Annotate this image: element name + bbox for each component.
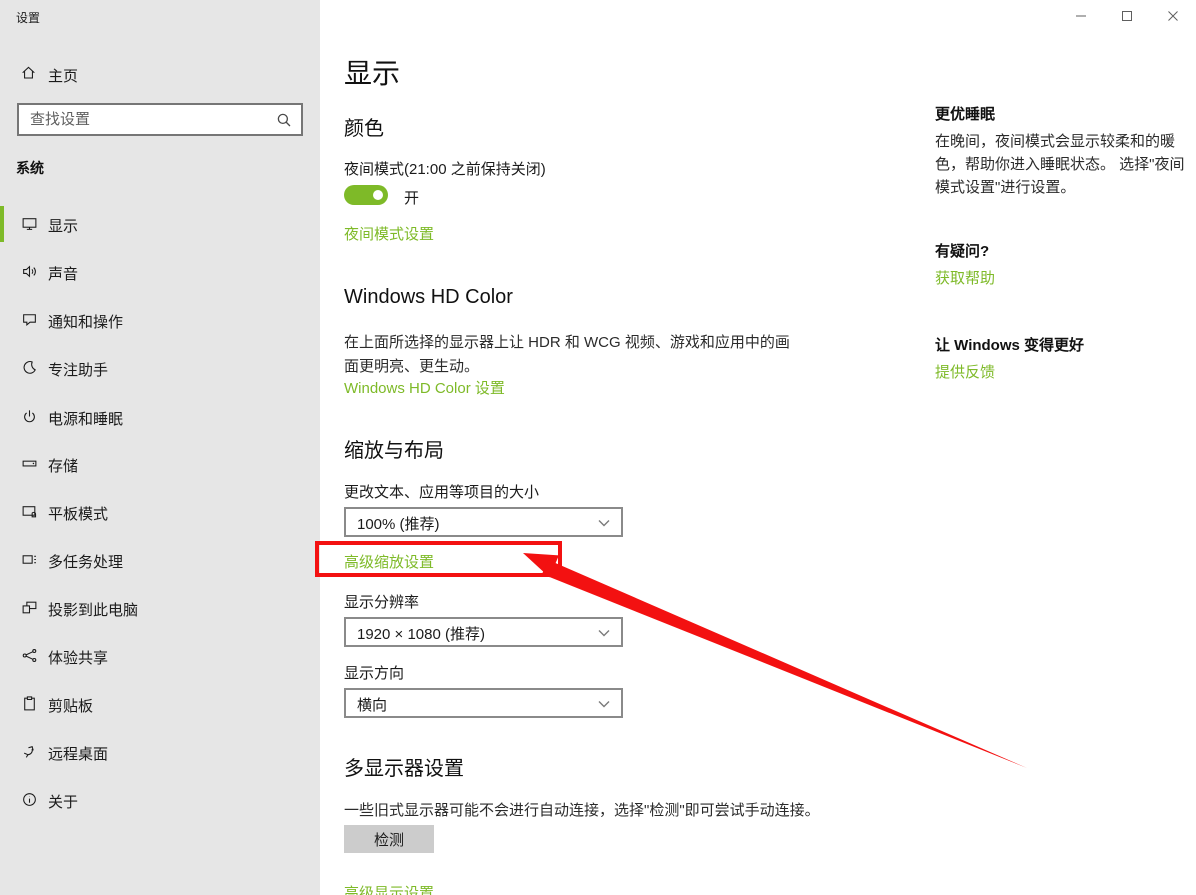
sidebar: 设置 主页 系统 显示 声音 (0, 0, 320, 895)
sidebar-item-home[interactable]: 主页 (0, 56, 320, 92)
resolution-label: 显示分辨率 (344, 591, 419, 612)
sidebar-item-label: 声音 (48, 263, 78, 284)
orientation-label: 显示方向 (344, 662, 404, 683)
sidebar-item-sound[interactable]: 声音 (0, 252, 320, 292)
detect-button[interactable]: 检测 (344, 825, 434, 853)
toggle-state-label: 开 (404, 187, 419, 208)
sidebar-item-shared-experiences[interactable]: 体验共享 (0, 636, 320, 676)
sidebar-item-focus-assist[interactable]: 专注助手 (0, 348, 320, 388)
sidebar-item-clipboard[interactable]: 剪贴板 (0, 684, 320, 724)
scale-layout-title: 缩放与布局 (344, 434, 444, 463)
info-icon (21, 791, 38, 808)
multi-display-description: 一些旧式显示器可能不会进行自动连接，选择"检测"即可尝试手动连接。 (344, 799, 820, 823)
window-title: 设置 (16, 9, 40, 26)
sidebar-item-notifications[interactable]: 通知和操作 (0, 300, 320, 340)
advanced-scaling-link[interactable]: 高级缩放设置 (344, 551, 434, 572)
sidebar-item-label: 专注助手 (48, 359, 108, 380)
home-icon (20, 64, 37, 81)
search-icon[interactable] (275, 111, 293, 129)
chevron-down-icon (598, 629, 610, 637)
sidebar-item-label: 远程桌面 (48, 743, 108, 764)
sidebar-item-tablet-mode[interactable]: 平板模式 (0, 492, 320, 532)
sidebar-item-display[interactable]: 显示 (0, 204, 320, 244)
sidebar-item-label: 主页 (48, 65, 78, 86)
close-button[interactable] (1150, 0, 1196, 32)
sidebar-item-power-sleep[interactable]: 电源和睡眠 (0, 397, 320, 437)
night-light-toggle[interactable] (344, 185, 388, 205)
sidebar-item-label: 显示 (48, 215, 78, 236)
page-title: 显示 (344, 52, 400, 92)
sleep-tip-description: 在晚间，夜间模式会显示较柔和的暖色，帮助你进入睡眠状态。 选择"夜间模式设置"进… (935, 130, 1187, 199)
sidebar-item-projecting[interactable]: 投影到此电脑 (0, 588, 320, 628)
sidebar-item-storage[interactable]: 存储 (0, 444, 320, 484)
chevron-down-icon (598, 519, 610, 527)
comment-icon (21, 311, 38, 328)
sidebar-item-label: 投影到此电脑 (48, 599, 138, 620)
scale-value: 100% (推荐) (357, 513, 440, 534)
multitask-icon (21, 551, 38, 568)
maximize-button[interactable] (1104, 0, 1150, 32)
sidebar-item-label: 平板模式 (48, 503, 108, 524)
sidebar-item-label: 通知和操作 (48, 311, 123, 332)
minimize-button[interactable] (1058, 0, 1104, 32)
moon-icon (21, 359, 38, 376)
hd-color-description: 在上面所选择的显示器上让 HDR 和 WCG 视频、游戏和应用中的画面更明亮、更… (344, 331, 792, 379)
scale-label: 更改文本、应用等项目的大小 (344, 481, 539, 502)
project-icon (21, 599, 38, 616)
clipboard-icon (21, 695, 38, 712)
sidebar-item-label: 存储 (48, 455, 78, 476)
search-input[interactable] (19, 105, 301, 134)
night-light-label: 夜间模式(21:00 之前保持关闭) (344, 158, 546, 179)
sleep-tip-title: 更优睡眠 (935, 103, 995, 124)
question-title: 有疑问? (935, 240, 989, 261)
orientation-value: 横向 (357, 694, 387, 715)
search-box (17, 103, 303, 136)
sidebar-item-label: 多任务处理 (48, 551, 123, 572)
sidebar-item-about[interactable]: 关于 (0, 780, 320, 820)
resolution-value: 1920 × 1080 (推荐) (357, 623, 485, 644)
chevron-down-icon (598, 700, 610, 708)
window-controls (1058, 0, 1196, 32)
sidebar-item-label: 剪贴板 (48, 695, 93, 716)
hd-color-title: Windows HD Color (344, 286, 513, 309)
drive-icon (21, 455, 38, 472)
share-icon (21, 647, 38, 664)
sidebar-item-label: 体验共享 (48, 647, 108, 668)
scale-dropdown[interactable]: 100% (推荐) (344, 507, 623, 537)
get-help-link[interactable]: 获取帮助 (935, 267, 995, 288)
color-section-title: 颜色 (344, 112, 384, 141)
orientation-dropdown[interactable]: 横向 (344, 688, 623, 718)
better-windows-title: 让 Windows 变得更好 (935, 334, 1084, 355)
sidebar-item-remote-desktop[interactable]: 远程桌面 (0, 732, 320, 772)
sidebar-item-label: 关于 (48, 791, 78, 812)
tablet-icon (21, 503, 38, 520)
feedback-link[interactable]: 提供反馈 (935, 361, 995, 382)
settings-window: 设置 主页 系统 显示 声音 (0, 0, 1196, 895)
selected-accent-bar (0, 206, 4, 242)
sidebar-item-multitasking[interactable]: 多任务处理 (0, 540, 320, 580)
sidebar-section-system: 系统 (16, 158, 44, 178)
advanced-display-link[interactable]: 高级显示设置 (344, 882, 434, 895)
multi-display-title: 多显示器设置 (344, 752, 464, 781)
remote-desktop-icon (21, 743, 38, 760)
power-icon (21, 408, 38, 425)
resolution-dropdown[interactable]: 1920 × 1080 (推荐) (344, 617, 623, 647)
speaker-icon (21, 263, 38, 280)
sidebar-item-label: 电源和睡眠 (48, 408, 123, 429)
night-light-settings-link[interactable]: 夜间模式设置 (344, 223, 434, 244)
toggle-knob (373, 190, 383, 200)
monitor-icon (21, 215, 38, 232)
hd-color-settings-link[interactable]: Windows HD Color 设置 (344, 377, 505, 398)
